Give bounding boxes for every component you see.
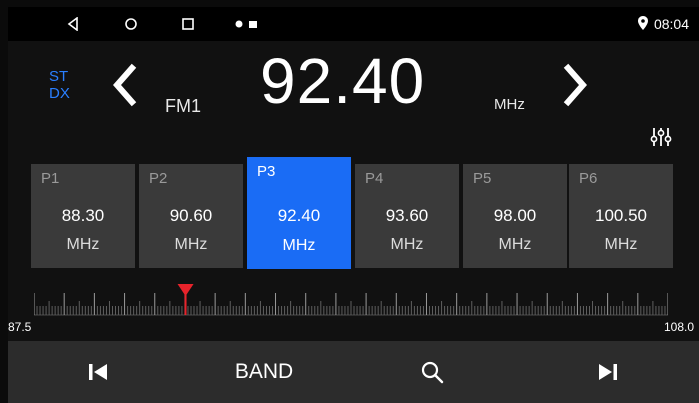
preset-unit: MHz (282, 237, 316, 254)
band-label: FM1 (165, 96, 201, 116)
skip-previous-icon (89, 364, 107, 380)
preset-name: P2 (149, 170, 168, 187)
search-icon (421, 361, 444, 384)
tuning-ticks (34, 293, 668, 315)
frequency-display: 92.40 (260, 45, 426, 117)
seek-down-button[interactable] (110, 62, 138, 108)
control-bar: BAND (8, 341, 699, 403)
preset-name: P4 (365, 170, 384, 187)
home-icon[interactable] (116, 7, 146, 41)
preset-unit: MHz (174, 236, 208, 253)
tuning-scale[interactable] (34, 282, 668, 316)
preset-unit: MHz (498, 236, 532, 253)
chevron-left-icon (112, 63, 137, 107)
preset-p6[interactable]: P6 100.50 MHz (569, 164, 673, 268)
preset-name: P5 (473, 170, 492, 187)
gallery-icon (246, 7, 260, 41)
preset-p1[interactable]: P1 88.30 MHz (31, 164, 135, 268)
preset-frequency: 98.00 (493, 206, 537, 225)
band-button[interactable]: BAND (208, 341, 320, 403)
preset-frequency: 88.30 (61, 206, 105, 225)
recents-icon[interactable] (173, 7, 203, 41)
preset-unit: MHz (390, 236, 424, 253)
st-label: ST (49, 68, 69, 85)
clock-time: 08:04 (653, 16, 689, 32)
clock: 08:04 (637, 7, 689, 41)
preset-unit: MHz (66, 236, 100, 253)
frequency-unit: MHz (494, 96, 525, 113)
preset-p2[interactable]: P2 90.60 MHz (139, 164, 243, 268)
previous-button[interactable] (78, 341, 118, 403)
status-bar: 08:04 (8, 7, 699, 41)
notification-dot-icon (232, 7, 246, 41)
preset-frequency: 100.50 (595, 206, 647, 225)
preset-p3[interactable]: P3 92.40 MHz (247, 157, 351, 269)
equalizer-icon[interactable] (650, 126, 672, 148)
preset-frequency: 92.40 (277, 206, 321, 225)
preset-frequency: 90.60 (169, 206, 213, 225)
preset-name: P1 (41, 170, 60, 187)
preset-p5[interactable]: P5 98.00 MHz (463, 164, 567, 268)
search-button[interactable] (412, 341, 452, 403)
stdx-indicator[interactable]: ST DX (49, 68, 70, 102)
preset-unit: MHz (604, 236, 638, 253)
chevron-right-icon (563, 63, 588, 107)
back-icon[interactable] (58, 7, 88, 41)
scale-max-label: 108.0 (664, 320, 695, 334)
seek-up-button[interactable] (562, 62, 590, 108)
location-pin-icon (637, 15, 648, 33)
preset-p4[interactable]: P4 93.60 MHz (355, 164, 459, 268)
dx-label: DX (49, 85, 70, 102)
scale-min-label: 87.5 (8, 320, 32, 334)
preset-frequency: 93.60 (385, 206, 429, 225)
skip-next-icon (599, 364, 617, 380)
next-button[interactable] (588, 341, 628, 403)
preset-name: P3 (257, 163, 276, 180)
preset-name: P6 (579, 170, 598, 187)
